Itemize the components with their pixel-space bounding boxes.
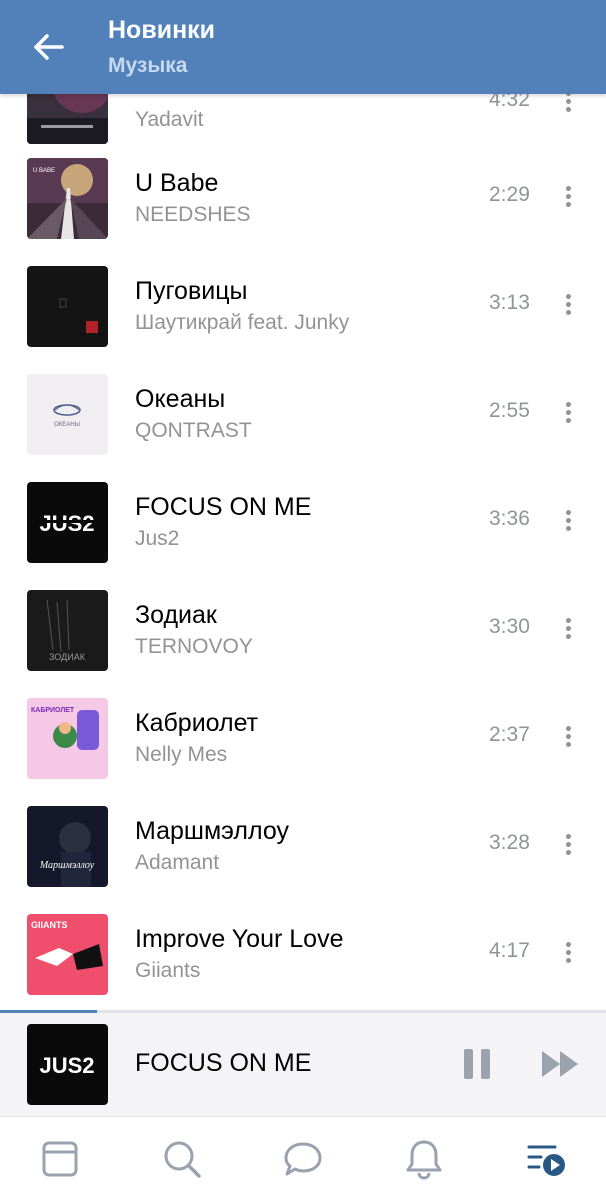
track-artist: QONTRAST bbox=[135, 419, 252, 442]
track-artist: NEEDSHES bbox=[135, 203, 251, 226]
track-cover: U BABE bbox=[27, 158, 108, 239]
more-icon[interactable] bbox=[556, 723, 580, 753]
track-duration: 2:55 bbox=[489, 399, 530, 422]
page-title: Новинки bbox=[108, 16, 216, 44]
cover-text: Маршмэллоу bbox=[39, 860, 95, 871]
track-cover: ЗОДИАК bbox=[27, 590, 108, 671]
track-cover: ОКЕАНЫ bbox=[27, 374, 108, 455]
player-cover: JUS2 bbox=[27, 1024, 108, 1105]
cover-text: КАБРИОЛЕТ bbox=[31, 707, 75, 714]
track-duration: 2:29 bbox=[489, 183, 530, 206]
track-artist: Adamant bbox=[135, 851, 220, 874]
cover-text: ОКЕАНЫ bbox=[54, 422, 80, 428]
track-row[interactable]: U BABE U Babe NEEDSHES 2:29 bbox=[0, 145, 606, 253]
more-icon[interactable] bbox=[556, 291, 580, 321]
more-icon[interactable] bbox=[556, 399, 580, 429]
track-row[interactable]: JUS2 FOCUS ON ME Jus2 3:36 bbox=[0, 469, 606, 577]
player-title: FOCUS ON ME bbox=[135, 1049, 312, 1077]
more-icon[interactable] bbox=[556, 507, 580, 537]
track-row[interactable]: Маршмэллоу Маршмэллоу Adamant 3:28 bbox=[0, 793, 606, 901]
progress-bar[interactable] bbox=[0, 1010, 606, 1013]
messages-icon[interactable] bbox=[281, 1137, 325, 1181]
track-cover: КАБРИОЛЕТ bbox=[27, 698, 108, 779]
more-icon[interactable] bbox=[556, 939, 580, 969]
track-row[interactable]: GIIANTS Improve Your Love Giiants 4:17 bbox=[0, 901, 606, 1009]
track-duration: 3:28 bbox=[489, 831, 530, 854]
track-row[interactable]: ЗОДИАК Зодиак TERNOVOY 3:30 bbox=[0, 577, 606, 685]
track-row[interactable]: Пуговицы Шаутикрай feat. Junky 3:13 bbox=[0, 253, 606, 361]
track-list: Yadavit 4:32 U BABE U Babe NEEDSHES 2:29 bbox=[0, 0, 606, 1010]
more-icon[interactable] bbox=[556, 831, 580, 861]
track-cover: GIIANTS bbox=[27, 914, 108, 995]
back-arrow-icon[interactable] bbox=[22, 24, 74, 70]
track-row[interactable]: ОКЕАНЫ Океаны QONTRAST 2:55 bbox=[0, 361, 606, 469]
feed-icon[interactable] bbox=[38, 1137, 82, 1181]
track-artist: Шаутикрай feat. Junky bbox=[135, 311, 350, 334]
cover-text: ЗОДИАК bbox=[49, 652, 86, 662]
track-title: Маршмэллоу bbox=[135, 817, 289, 845]
app-header: Новинки Музыка bbox=[0, 0, 606, 94]
music-icon[interactable] bbox=[525, 1137, 569, 1181]
track-title: Зодиак bbox=[135, 601, 217, 629]
progress-fill bbox=[0, 1010, 97, 1013]
track-duration: 3:30 bbox=[489, 615, 530, 638]
track-artist: Nelly Mes bbox=[135, 743, 228, 766]
track-duration: 4:17 bbox=[489, 939, 530, 962]
notifications-icon[interactable] bbox=[402, 1137, 446, 1181]
more-icon[interactable] bbox=[556, 615, 580, 645]
track-title: Кабриолет bbox=[135, 709, 259, 737]
track-title: Пуговицы bbox=[135, 277, 248, 305]
next-track-icon[interactable] bbox=[540, 1049, 582, 1079]
cover-text: GIIANTS bbox=[31, 920, 68, 930]
more-icon[interactable] bbox=[556, 183, 580, 213]
cover-text: JUS2 bbox=[39, 1053, 94, 1078]
track-title: FOCUS ON ME bbox=[135, 493, 312, 521]
cover-text: U BABE bbox=[33, 168, 55, 174]
track-cover bbox=[27, 266, 108, 347]
search-icon[interactable] bbox=[160, 1137, 204, 1181]
track-artist: Jus2 bbox=[135, 527, 180, 550]
pause-icon[interactable] bbox=[462, 1048, 492, 1080]
cover-text: JUS2 bbox=[39, 511, 94, 536]
track-artist: Yadavit bbox=[135, 108, 204, 131]
track-cover: JUS2 bbox=[27, 482, 108, 563]
track-title: Improve Your Love bbox=[135, 925, 344, 953]
mini-player[interactable]: JUS2 FOCUS ON ME bbox=[0, 1010, 606, 1117]
track-title: Океаны bbox=[135, 385, 226, 413]
track-title: U Babe bbox=[135, 169, 219, 197]
track-duration: 3:13 bbox=[489, 291, 530, 314]
track-duration: 2:37 bbox=[489, 723, 530, 746]
tab-bar bbox=[0, 1116, 606, 1201]
track-artist: Giiants bbox=[135, 959, 201, 982]
track-row[interactable]: КАБРИОЛЕТ Кабриолет Nelly Mes 2:37 bbox=[0, 685, 606, 793]
track-artist: TERNOVOY bbox=[135, 635, 253, 658]
track-cover: Маршмэллоу bbox=[27, 806, 108, 887]
track-duration: 3:36 bbox=[489, 507, 530, 530]
page-subtitle: Музыка bbox=[108, 54, 188, 77]
